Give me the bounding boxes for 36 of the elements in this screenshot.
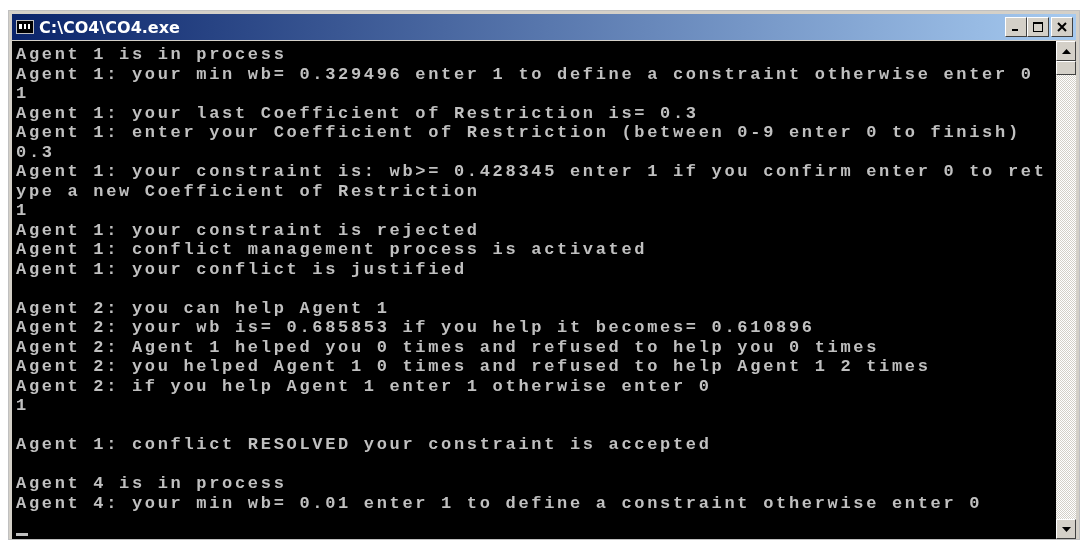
console-icon — [16, 20, 34, 34]
console-line: Agent 1: your conflict is justified — [16, 259, 468, 279]
maximize-icon — [1033, 22, 1043, 32]
console-line: Agent 2: you helped Agent 1 0 times and refused to help Agent 1 2 times — [16, 357, 932, 377]
console-line: 0.3 — [16, 142, 56, 162]
console-line: Agent 2: you can help Agent 1 — [16, 298, 391, 318]
console-line: 1 — [16, 201, 30, 221]
console-line: Agent 2: if you help Agent 1 enter 1 otherwise enter 0 — [16, 376, 713, 396]
text-cursor-icon — [16, 532, 28, 536]
console-line: Agent 1 is in process — [16, 45, 288, 65]
console-line: 1 — [16, 84, 30, 104]
scroll-up-button[interactable] — [1056, 41, 1076, 61]
minimize-button[interactable] — [1005, 17, 1027, 37]
console-line: Agent 1: your constraint is rejected — [16, 220, 481, 240]
console-line: Agent 1: conflict RESOLVED your constraint is accepted — [16, 435, 713, 455]
close-icon — [1057, 22, 1067, 32]
up-arrow-icon — [1061, 48, 1071, 54]
window-title: C:\CO4\CO4.exe — [39, 17, 181, 37]
maximize-button[interactable] — [1027, 17, 1049, 37]
console-line: Agent 2: Agent 1 helped you 0 times and refused to help you 0 times — [16, 337, 881, 357]
console-line: Agent 1: your min wb= 0.329496 enter 1 to define a constraint otherwise enter 0 — [16, 64, 1035, 84]
console-line: Agent 4: your min wb= 0.01 enter 1 to define a constraint otherwise enter 0 — [16, 493, 984, 513]
console-line: Agent 2: your wb is= 0.685853 if you help it becomes= 0.610896 — [16, 318, 816, 338]
console-line: 1 — [16, 396, 30, 416]
console-line: Agent 1: enter your Coefficient of Restriction (between 0-9 enter 0 to finish) — [16, 123, 1022, 143]
scroll-down-button[interactable] — [1056, 519, 1076, 539]
console-line: Agent 1: your last Coefficient of Restriction is= 0.3 — [16, 103, 700, 123]
console-line: ype a new Coefficient of Restriction — [16, 181, 481, 201]
close-button[interactable] — [1051, 17, 1073, 37]
scrollbar[interactable] — [1056, 41, 1076, 539]
minimize-icon — [1012, 29, 1018, 31]
scroll-thumb[interactable] — [1056, 61, 1076, 75]
down-arrow-icon — [1061, 526, 1071, 532]
console-line: Agent 4 is in process — [16, 474, 288, 494]
console-line: Agent 1: conflict management process is activated — [16, 240, 649, 260]
console-line: Agent 1: your constraint is: wb>= 0.428345 enter 1 if you confirm enter 0 to ret — [16, 162, 1048, 182]
